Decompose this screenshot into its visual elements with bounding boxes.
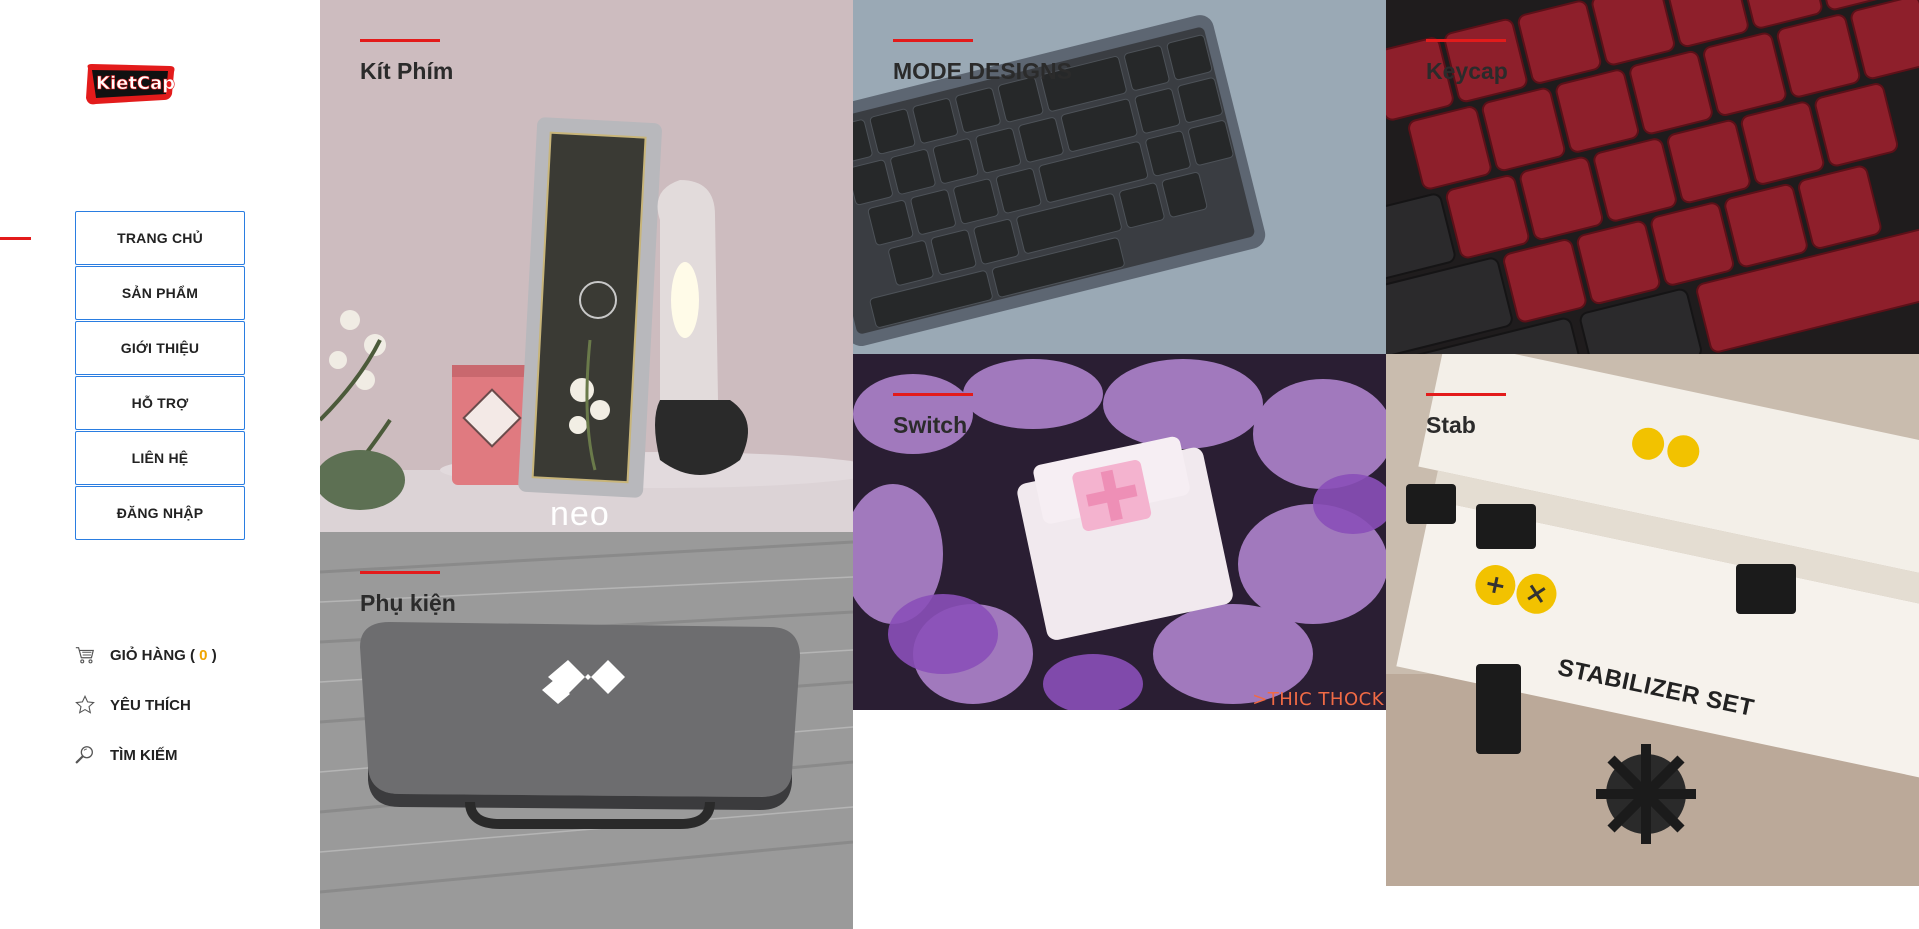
nav-products-button[interactable]: SẢN PHẨM — [75, 266, 245, 320]
search-label: TÌM KIẾM — [110, 746, 178, 764]
cart-label: GIỎ HÀNG ( 0 ) — [110, 646, 217, 664]
title-accent-bar — [1426, 393, 1506, 396]
category-title: MODE DESIGNS — [893, 58, 1072, 84]
keycap-image — [1386, 0, 1919, 354]
favorites-link[interactable]: YÊU THÍCH — [74, 680, 217, 730]
logo[interactable]: KietCap — [82, 60, 178, 108]
nav-about-button[interactable]: GIỚI THIỆU — [75, 321, 245, 375]
title-accent-bar — [360, 39, 440, 42]
main-nav: TRANG CHỦ SẢN PHẨM GIỚI THIỆU HỖ TRỢ LIÊ… — [75, 211, 245, 541]
cart-link[interactable]: GIỎ HÀNG ( 0 ) — [74, 630, 217, 680]
svg-text:KietCap: KietCap — [96, 73, 175, 94]
active-nav-marker — [0, 237, 31, 240]
search-link[interactable]: TÌM KIẾM — [74, 730, 217, 780]
category-tile-switch[interactable]: Switch >THIC THOCK — [853, 354, 1386, 710]
category-tile-accessories[interactable]: Phụ kiện — [320, 532, 853, 929]
title-accent-bar — [1426, 39, 1506, 42]
nav-home-button[interactable]: TRANG CHỦ — [75, 211, 245, 265]
nav-contact-button[interactable]: LIÊN HỆ — [75, 431, 245, 485]
title-accent-bar — [360, 571, 440, 574]
nav-support-button[interactable]: HỖ TRỢ — [75, 376, 245, 430]
category-title: Kít Phím — [360, 58, 454, 84]
title-accent-bar — [893, 393, 973, 396]
cart-count: 0 — [199, 646, 208, 664]
category-tile-keycap[interactable]: Keycap — [1386, 0, 1919, 354]
mode-keyboard-image — [853, 0, 1386, 354]
category-title: Stab — [1426, 412, 1476, 438]
category-tile-keyboard-kit[interactable]: Kít Phím neo — [320, 0, 853, 532]
thic-thock-watermark: >THIC THOCK — [1252, 689, 1384, 710]
category-tile-stab[interactable]: Stab STABILIZER SET — [1386, 354, 1919, 886]
category-tile-mode-designs[interactable]: MODE DESIGNS — [853, 0, 1386, 354]
category-title: Keycap — [1426, 58, 1508, 84]
sidebar: KietCap TRANG CHỦ SẢN PHẨM GIỚI THIỆU HỖ… — [0, 0, 320, 929]
category-title: Switch — [893, 412, 968, 438]
search-icon — [75, 746, 93, 764]
title-accent-bar — [893, 39, 973, 42]
star-icon — [75, 694, 95, 714]
switch-image — [853, 354, 1386, 710]
neo-watermark: neo — [550, 495, 610, 532]
utility-links: GIỎ HÀNG ( 0 ) YÊU THÍCH TÌM KIẾM — [74, 630, 217, 780]
cart-icon — [75, 647, 95, 664]
nav-login-button[interactable]: ĐĂNG NHẬP — [75, 486, 245, 540]
kietcap-logo-icon: KietCap — [86, 64, 176, 105]
category-title: Phụ kiện — [360, 590, 456, 616]
favorites-label: YÊU THÍCH — [110, 696, 191, 714]
